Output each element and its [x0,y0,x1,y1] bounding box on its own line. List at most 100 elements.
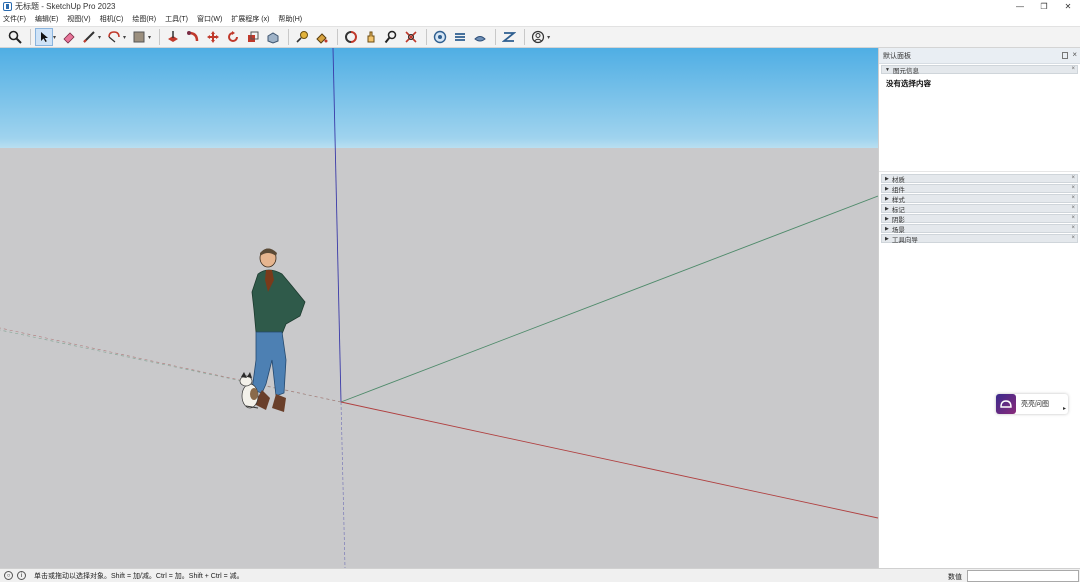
warehouse-icon[interactable] [431,28,449,46]
entity-info-header[interactable]: ▼ 图元信息 × [881,65,1078,75]
main-toolbar: ▾ ▾ ▾ ▾ ▾ [0,26,1080,48]
collapse-triangle-icon: ▶ [885,175,889,182]
menu-camera[interactable]: 相机(C) [100,14,124,24]
measurements-label: 数值 [948,574,962,581]
rotate-icon[interactable] [224,28,242,46]
menu-view[interactable]: 视图(V) [67,14,90,24]
pan-icon[interactable] [362,28,380,46]
pencil-caret-icon[interactable]: ▾ [98,34,101,41]
panel-close-icon[interactable]: × [1071,235,1075,241]
panel-label: 材质 [891,176,905,184]
panel-close-icon[interactable]: × [1071,185,1075,191]
tray-close-button[interactable]: × [1072,50,1077,59]
pencil-icon[interactable] [80,28,98,46]
zoom-extents-icon[interactable] [402,28,420,46]
panel-close-icon[interactable]: × [1071,225,1075,231]
expand-triangle-icon: ▼ [885,66,890,73]
toolbar-separator [30,29,31,45]
orbit-icon[interactable] [342,28,360,46]
panel-tags[interactable]: ▶ 标记 × [881,204,1078,214]
geo-location-icon[interactable]: ○ [4,571,13,580]
tray-header: 默认面板 × [879,48,1080,64]
menu-edit[interactable]: 编辑(E) [35,14,58,24]
panel-close-icon[interactable]: × [1071,215,1075,221]
panel-label: 样式 [891,196,905,204]
zoom-icon[interactable] [382,28,400,46]
layout-icon[interactable] [471,28,489,46]
floating-assistant-widget[interactable]: 亮亮问图 ▸ [996,394,1068,414]
person-model-figure [251,248,306,412]
offset-icon[interactable] [264,28,282,46]
extension-warehouse-icon[interactable] [451,28,469,46]
menu-draw[interactable]: 绘图(R) [132,14,156,24]
shapes-icon[interactable] [105,28,123,46]
collapse-triangle-icon: ▶ [885,195,889,202]
material-caret-icon[interactable]: ▾ [148,34,151,41]
pushpull-icon[interactable] [164,28,182,46]
panel-scenes[interactable]: ▶ 场景 × [881,224,1078,234]
scale-icon[interactable] [244,28,262,46]
collapse-triangle-icon: ▶ [885,215,889,222]
followme-icon[interactable] [184,28,202,46]
account-icon[interactable] [529,28,547,46]
paint-icon[interactable] [313,28,331,46]
window-title: 无标题 - SketchUp Pro 2023 [15,1,116,11]
info-icon[interactable]: i [17,571,26,580]
select-icon[interactable] [35,28,53,46]
panel-label: 工具向导 [891,236,918,244]
panel-label: 场景 [891,226,905,234]
collapse-triangle-icon: ▶ [885,225,889,232]
drawing-axes [0,48,878,568]
menu-bar: 文件(F) 编辑(E) 视图(V) 相机(C) 绘图(R) 工具(T) 窗口(W… [0,13,1080,25]
collapse-triangle-icon: ▶ [885,185,889,192]
panel-instructor[interactable]: ▶ 工具向导 × [881,234,1078,244]
tape-icon[interactable] [293,28,311,46]
collapse-triangle-icon: ▶ [885,205,889,212]
account-caret-icon[interactable]: ▾ [547,34,550,41]
toolbar-separator [159,29,161,45]
entity-info-body: 没有选择内容 [879,74,1080,172]
panel-materials[interactable]: ▶ 材质 × [881,174,1078,184]
expand-arrow-icon[interactable]: ▸ [1063,405,1066,412]
tray-title: 默认面板 [883,52,911,60]
panel-label: 阴影 [891,216,905,224]
menu-tools[interactable]: 工具(T) [165,14,188,24]
close-button[interactable]: ✕ [1056,0,1080,12]
entity-info-content: 没有选择内容 [886,79,931,88]
assistant-label: 亮亮问图 [1021,401,1049,408]
modeling-viewport[interactable] [0,48,878,568]
panel-shadows[interactable]: ▶ 阴影 × [881,214,1078,224]
pin-icon[interactable] [1062,52,1068,59]
green-axis [340,195,878,403]
entity-info-label: 图元信息 [892,67,919,75]
panel-styles[interactable]: ▶ 样式 × [881,194,1078,204]
minimize-button[interactable]: — [1008,0,1032,12]
maximize-button[interactable]: ❐ [1032,0,1056,12]
blue-axis-dashed [340,401,346,568]
measurements-input[interactable] [967,570,1079,582]
shapes-caret-icon[interactable]: ▾ [123,34,126,41]
collapse-triangle-icon: ▶ [885,235,889,242]
move-icon[interactable] [204,28,222,46]
panel-components[interactable]: ▶ 组件 × [881,184,1078,194]
search-icon[interactable] [6,28,24,46]
status-hint: 单击或拖动以选择对象。Shift = 加/减。Ctrl = 加。Shift + … [34,572,244,580]
menu-window[interactable]: 窗口(W) [197,14,222,24]
red-axis [340,401,878,519]
select-caret-icon[interactable]: ▾ [53,34,56,41]
eraser-icon[interactable] [60,28,78,46]
status-bar: ○ i 单击或拖动以选择对象。Shift = 加/减。Ctrl = 加。Shif… [0,568,1080,582]
title-bar: 无标题 - SketchUp Pro 2023 — ❐ ✕ [0,0,1080,12]
toolbar-separator [495,29,497,45]
toolbar-separator [337,29,339,45]
panel-close-icon[interactable]: × [1071,66,1075,72]
menu-extensions[interactable]: 扩展程序 (x) [231,14,269,24]
panel-close-icon[interactable]: × [1071,205,1075,211]
red-axis-dashed [0,327,342,403]
menu-help[interactable]: 帮助(H) [278,14,302,24]
material-icon[interactable] [130,28,148,46]
send-icon[interactable] [500,28,518,46]
menu-file[interactable]: 文件(F) [3,14,26,24]
panel-close-icon[interactable]: × [1071,175,1075,181]
panel-close-icon[interactable]: × [1071,195,1075,201]
